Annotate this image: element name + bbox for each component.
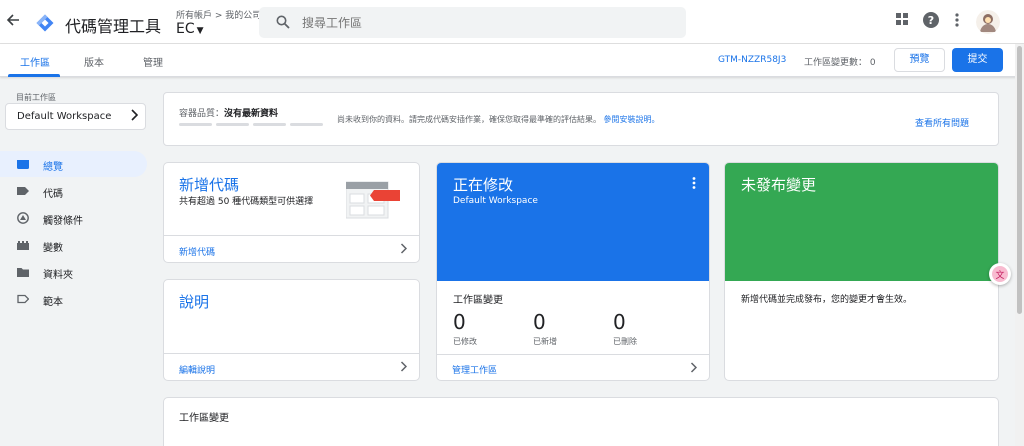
more-vert-icon[interactable] [692,177,696,192]
svg-text:文: 文 [995,269,1004,281]
chevron-right-icon [130,109,139,124]
container-selector[interactable]: EC ▼ [176,21,204,37]
workspace-name: Default Workspace [453,196,538,206]
changes-count: 0 [869,58,876,68]
divider [437,354,709,355]
unpublished-changes-card: 未發布變更 新增代碼並完成發布，您的變更才會生效。 [724,162,999,381]
search-icon [276,15,290,29]
tag-icon [17,185,29,197]
template-icon [17,293,30,305]
edit-description-link[interactable]: 編輯說明 [179,363,215,376]
search-bar[interactable] [259,7,686,38]
page-scrollbar[interactable] [1015,44,1024,446]
container-name: EC [176,21,195,37]
sidebar-item-label: 範本 [43,297,63,308]
install-guide-link[interactable]: 參閱安裝說明。 [604,115,660,124]
chevron-right-icon[interactable] [400,243,408,257]
chevron-right-icon[interactable] [690,362,698,376]
workspace-changes-card: 工作區變更 [163,397,999,446]
description-card[interactable]: 說明 編輯說明 [163,279,420,381]
deleted-count: 0 [613,310,626,334]
new-tag-description: 共有超過 50 種代碼類型可供選擇 [179,197,314,207]
scrollbar-thumb[interactable] [1017,46,1022,314]
manage-workspaces-link[interactable]: 管理工作區 [452,363,497,376]
divider [164,353,419,354]
variable-icon [17,239,29,251]
add-tag-link[interactable]: 新增代碼 [179,245,215,258]
apps-grid-icon[interactable] [896,13,912,29]
changes-label: 工作區變更數： [804,58,868,68]
sidebar-item-label: 變數 [43,243,63,254]
sidebar-item-label: 總覽 [43,162,63,173]
sidebar-item-label: 代碼 [43,189,63,200]
new-tag-card[interactable]: 新增代碼 共有超過 50 種代碼類型可供選擇 新增代碼 [163,162,420,263]
app-title: 代碼管理工具 [65,17,162,36]
sidebar-item-templates[interactable]: 範本 [0,286,147,312]
avatar[interactable] [976,10,1000,34]
tab-versions[interactable]: 版本 [84,54,104,69]
container-id-link[interactable]: GTM-NZZR58J3 [718,55,786,65]
unpublished-header: 未發布變更 [725,163,998,281]
overview-icon [17,158,29,170]
workspace-tabs-bar: 工作區 版本 管理 GTM-NZZR58J3 工作區變更數： 0 預覽 提交 [0,44,1024,77]
workspace-changes-count: 工作區變更數： 0 [804,55,876,68]
trigger-icon [17,212,29,224]
tab-admin[interactable]: 管理 [143,54,163,69]
sidebar-item-label: 觸發條件 [43,216,83,227]
quality-message: 尚未收到你的資料。請完成代碼安插作業，確保您取得最準確的評估結果。 參閱安裝說明… [337,114,660,125]
now-editing-card: 正在修改 Default Workspace 工作區變更 0 已修改 0 已新增… [436,162,710,381]
new-tag-title: 新增代碼 [179,176,240,194]
deleted-label: 已刪除 [613,337,637,346]
submit-button[interactable]: 提交 [952,48,1003,72]
divider [164,235,419,236]
unpublished-message: 新增代碼並完成發布，您的變更才會生效。 [741,295,913,305]
breadcrumb[interactable]: 所有帳戶 > 我的公司 [176,8,261,21]
sidebar-item-variables[interactable]: 變數 [0,232,147,258]
modified-count: 0 [453,310,466,334]
dropdown-caret-icon: ▼ [196,26,204,36]
workspace-selector[interactable]: Default Workspace [5,103,146,130]
chevron-right-icon[interactable] [400,361,408,375]
help-icon[interactable]: ? [923,12,939,28]
unpublished-title: 未發布變更 [741,176,817,194]
top-app-bar: 代碼管理工具 所有帳戶 > 我的公司 EC▼ ? [0,0,1024,44]
sidebar-item-overview[interactable]: 總覽 [0,151,147,177]
search-input[interactable] [302,13,672,32]
folder-icon [17,266,29,278]
description-title: 說明 [179,293,210,311]
workspace-name: Default Workspace [17,111,112,122]
preview-button[interactable]: 預覽 [894,48,945,72]
sidebar-item-folders[interactable]: 資料夾 [0,259,147,285]
container-quality-banner: 容器品質：沒有最新資料 尚未收到你的資料。請完成代碼安插作業，確保您取得最準確的… [163,92,999,146]
now-editing-header: 正在修改 Default Workspace [437,163,709,281]
gtm-logo-icon [35,13,54,32]
translate-extension-icon[interactable]: 文 [989,263,1011,285]
tag-illustration-icon [345,180,402,223]
svg-text:?: ? [928,14,934,27]
quality-value: 沒有最新資料 [224,109,279,119]
more-vert-icon[interactable] [955,13,971,29]
workspace-changes-title: 工作區變更 [453,295,503,306]
sidebar-item-label: 資料夾 [43,270,73,281]
view-all-issues-link[interactable]: 查看所有問題 [915,116,969,129]
sidebar-item-triggers[interactable]: 觸發條件 [0,205,147,231]
quality-label: 容器品質： [179,109,225,119]
added-count: 0 [533,310,546,334]
quality-message-text: 尚未收到你的資料。請完成代碼安插作業，確保您取得最準確的評估結果。 [337,115,601,124]
now-editing-title: 正在修改 [453,176,514,194]
sidebar-item-tags[interactable]: 代碼 [0,178,147,204]
tab-workspace[interactable]: 工作區 [20,54,50,69]
back-arrow-icon[interactable] [6,13,24,31]
container-quality: 容器品質：沒有最新資料 [179,106,278,119]
added-label: 已新增 [533,337,557,346]
modified-label: 已修改 [453,337,477,346]
current-workspace-label: 目前工作區 [16,93,56,102]
workspace-changes-heading: 工作區變更 [179,413,229,424]
active-tab-indicator [8,74,60,77]
